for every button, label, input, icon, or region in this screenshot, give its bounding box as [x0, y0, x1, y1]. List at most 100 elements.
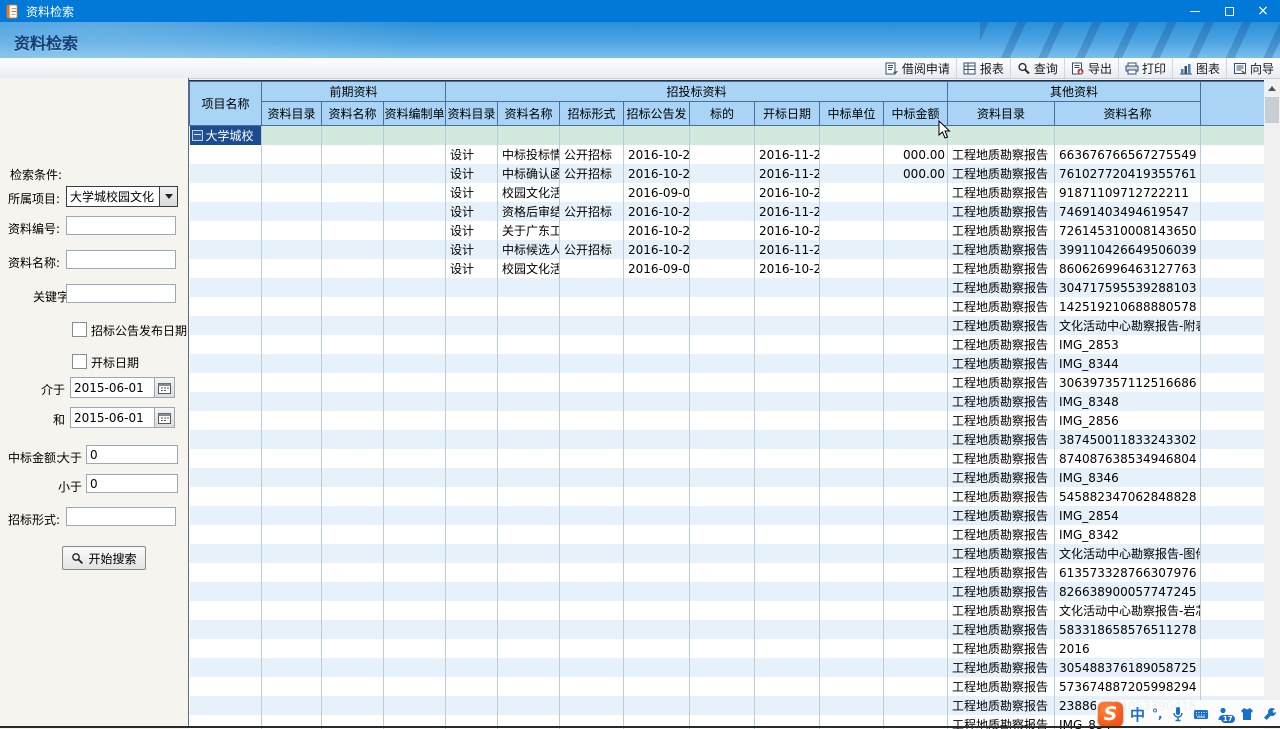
table-cell[interactable]: 工程地质勘察报告 — [948, 430, 1055, 449]
table-cell[interactable]: 874087638534946804 — [1055, 449, 1201, 468]
table-row[interactable]: 工程地质勘察报告613573328766307976 — [190, 563, 1265, 582]
table-cell[interactable] — [322, 145, 384, 164]
table-cell[interactable] — [262, 392, 322, 411]
table-cell[interactable] — [755, 601, 820, 620]
table-cell[interactable]: 2016 — [1055, 639, 1201, 658]
table-cell[interactable] — [1201, 373, 1264, 392]
table-cell[interactable] — [1201, 145, 1264, 164]
table-cell[interactable] — [446, 430, 498, 449]
table-cell[interactable] — [820, 639, 884, 658]
table-cell[interactable] — [624, 373, 690, 392]
table-cell[interactable] — [498, 316, 560, 335]
table-cell[interactable] — [690, 449, 755, 468]
table-cell[interactable]: IMG_8344 — [1055, 354, 1201, 373]
table-cell[interactable] — [820, 278, 884, 297]
table-cell[interactable]: 305488376189058725 — [1055, 658, 1201, 677]
table-cell[interactable] — [322, 468, 384, 487]
table-cell[interactable]: 设计 — [446, 183, 498, 202]
table-cell[interactable]: 工程地质勘察报告 — [948, 411, 1055, 430]
table-cell[interactable]: 工程地质勘察报告 — [948, 202, 1055, 221]
open-date-checkbox[interactable] — [72, 354, 87, 369]
table-cell[interactable] — [498, 468, 560, 487]
table-cell[interactable] — [560, 620, 624, 639]
table-cell[interactable] — [190, 658, 262, 677]
table-cell[interactable]: 校园文化活 — [498, 259, 560, 278]
table-cell[interactable] — [190, 411, 262, 430]
amount-lt-input[interactable] — [86, 474, 178, 493]
table-cell[interactable] — [690, 411, 755, 430]
wordcount-icon[interactable]: 17 — [1216, 706, 1232, 722]
table-cell[interactable] — [322, 335, 384, 354]
table-cell[interactable] — [624, 601, 690, 620]
table-cell[interactable]: 公开招标 — [560, 202, 624, 221]
table-cell[interactable] — [446, 373, 498, 392]
table-cell[interactable]: 761027720419355761 — [1055, 164, 1201, 183]
table-cell[interactable] — [384, 183, 446, 202]
table-row[interactable]: 设计中标候选人公开招标2016-10-282016-11-24工程地质勘察报告3… — [190, 240, 1265, 259]
table-cell[interactable] — [384, 202, 446, 221]
table-cell[interactable]: IMG_2854 — [1055, 506, 1201, 525]
table-cell[interactable] — [262, 202, 322, 221]
table-cell[interactable] — [1201, 506, 1264, 525]
table-cell[interactable] — [690, 639, 755, 658]
table-cell[interactable] — [624, 278, 690, 297]
table-cell[interactable] — [884, 354, 948, 373]
table-cell[interactable] — [624, 582, 690, 601]
table-cell[interactable] — [755, 506, 820, 525]
table-cell[interactable] — [322, 354, 384, 373]
table-cell[interactable] — [322, 544, 384, 563]
table-cell[interactable] — [820, 297, 884, 316]
column-header-bid-form[interactable]: 招标形式 — [560, 102, 624, 126]
table-cell[interactable] — [884, 658, 948, 677]
table-cell[interactable] — [262, 297, 322, 316]
column-header-project[interactable]: 项目名称 — [190, 82, 262, 126]
table-cell[interactable] — [820, 430, 884, 449]
table-cell[interactable] — [690, 316, 755, 335]
project-node-cell[interactable]: 大学城校 — [190, 126, 262, 146]
table-cell[interactable] — [1201, 563, 1264, 582]
table-cell[interactable]: 工程地质勘察报告 — [948, 601, 1055, 620]
table-cell[interactable] — [820, 487, 884, 506]
table-cell[interactable] — [384, 373, 446, 392]
table-cell[interactable]: 860626996463127763 — [1055, 259, 1201, 278]
table-cell[interactable]: 573674887205998294 — [1055, 677, 1201, 696]
table-cell[interactable] — [384, 620, 446, 639]
table-cell[interactable] — [322, 126, 384, 146]
table-cell[interactable] — [322, 506, 384, 525]
table-cell[interactable] — [690, 506, 755, 525]
table-cell[interactable]: 工程地质勘察报告 — [948, 677, 1055, 696]
table-cell[interactable]: 工程地质勘察报告 — [948, 145, 1055, 164]
table-cell[interactable]: 000.00 — [884, 164, 948, 183]
table-cell[interactable]: 公开招标 — [560, 164, 624, 183]
column-header-other-name[interactable]: 资料名称 — [1055, 102, 1201, 126]
table-cell[interactable]: 公开招标 — [560, 240, 624, 259]
column-header-early-unit[interactable]: 资料编制单 — [384, 102, 446, 126]
table-cell[interactable] — [820, 696, 884, 715]
table-cell[interactable]: 2016-11-24 — [755, 202, 820, 221]
table-cell[interactable]: IMG_8348 — [1055, 392, 1201, 411]
table-cell[interactable] — [498, 658, 560, 677]
table-row[interactable]: 工程地质勘察报告IMG_2854 — [190, 506, 1265, 525]
table-cell[interactable] — [384, 677, 446, 696]
table-cell[interactable]: 工程地质勘察报告 — [948, 221, 1055, 240]
table-cell[interactable] — [690, 183, 755, 202]
table-row[interactable]: 工程地质勘察报告IMG_8346 — [190, 468, 1265, 487]
table-cell[interactable] — [1201, 411, 1264, 430]
table-cell[interactable] — [322, 620, 384, 639]
table-cell[interactable] — [322, 487, 384, 506]
table-cell[interactable]: 工程地质勘察报告 — [948, 449, 1055, 468]
table-cell[interactable] — [755, 639, 820, 658]
table-cell[interactable] — [560, 316, 624, 335]
table-cell[interactable] — [498, 525, 560, 544]
table-cell[interactable]: 设计 — [446, 259, 498, 278]
table-cell[interactable] — [690, 373, 755, 392]
table-cell[interactable] — [560, 525, 624, 544]
table-cell[interactable] — [755, 677, 820, 696]
table-cell[interactable]: 2016-11-24 — [755, 145, 820, 164]
table-cell[interactable] — [755, 582, 820, 601]
table-cell[interactable]: 工程地质勘察报告 — [948, 487, 1055, 506]
table-cell[interactable] — [820, 183, 884, 202]
table-cell[interactable] — [1201, 449, 1264, 468]
table-cell[interactable]: 工程地质勘察报告 — [948, 278, 1055, 297]
bid-form-input[interactable] — [66, 507, 176, 526]
